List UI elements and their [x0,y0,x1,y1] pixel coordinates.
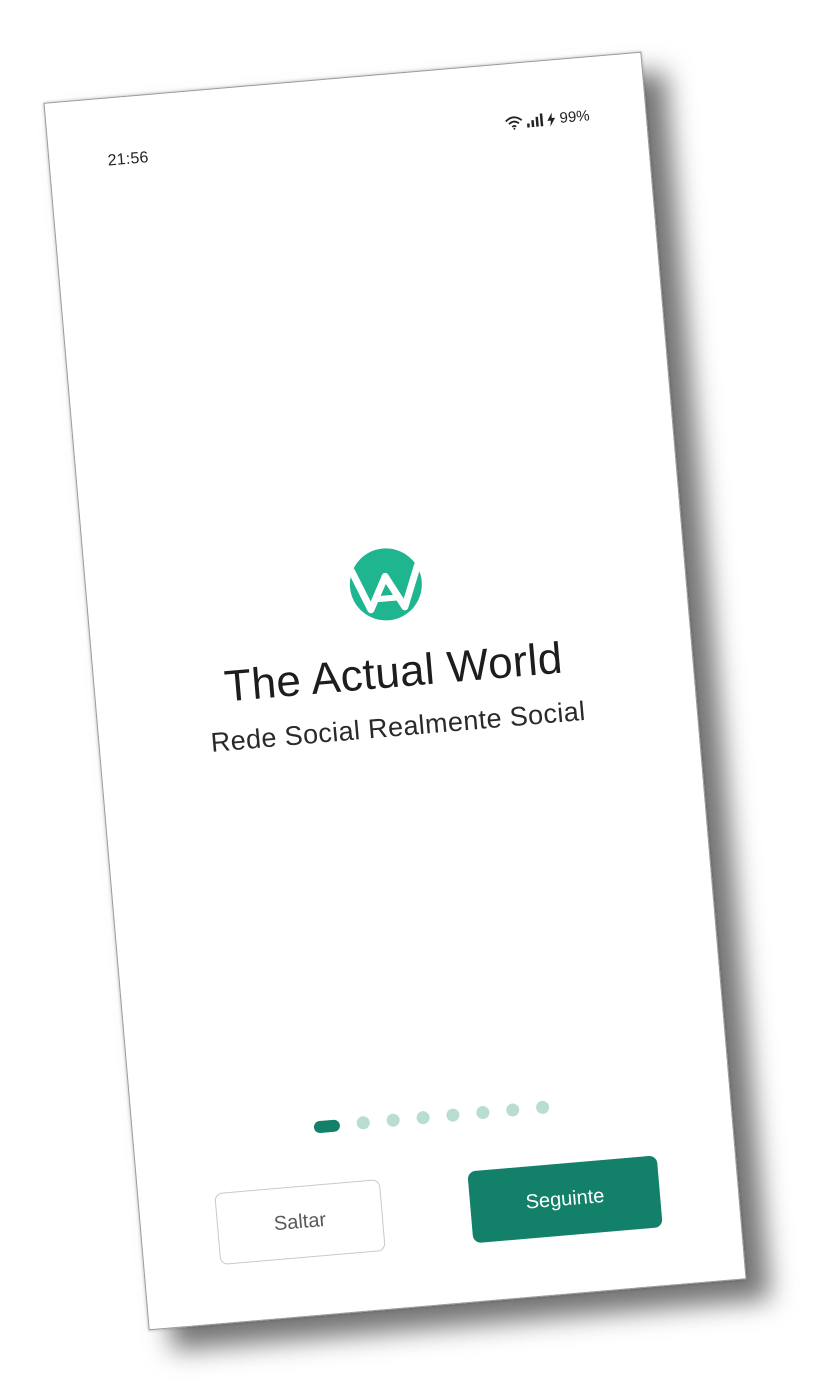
actual-world-logo [345,543,427,625]
status-icons: 99% [504,107,590,131]
page-dot[interactable] [416,1110,431,1125]
signal-icon [525,113,544,128]
skip-button[interactable]: Saltar [214,1179,386,1266]
page-dot[interactable] [475,1105,490,1120]
mockup-stage: 21:56 99% The Actual World Rede Social R… [0,0,837,1391]
page-indicator [133,1085,730,1149]
next-button[interactable]: Seguinte [467,1155,663,1244]
status-time: 21:56 [106,149,150,170]
page-dot[interactable] [505,1102,520,1118]
wifi-icon [504,115,523,130]
page-dot[interactable] [445,1108,460,1123]
status-bar: 21:56 99% [45,53,648,184]
page-dot-active[interactable] [313,1118,341,1133]
phone-screen: 21:56 99% The Actual World Rede Social R… [43,51,747,1331]
page-dot[interactable] [535,1100,550,1115]
charging-icon [546,112,556,127]
page-dot[interactable] [356,1115,371,1130]
battery-percentage: 99% [558,107,591,127]
page-dot[interactable] [386,1113,401,1128]
